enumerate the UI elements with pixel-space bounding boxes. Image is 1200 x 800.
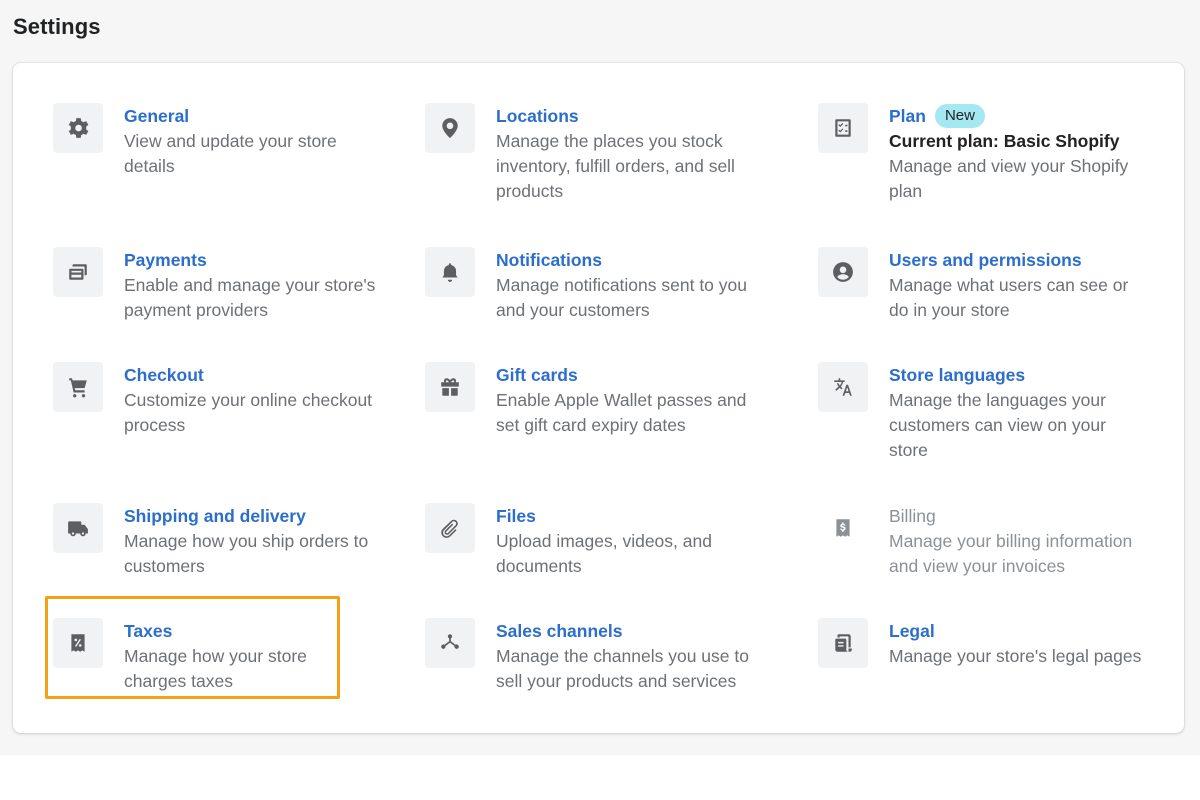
- current-plan-label: Current plan: Basic Shopify: [889, 131, 1120, 151]
- item-title: Gift cards: [496, 365, 578, 385]
- item-description: Manage your store's legal pages: [889, 646, 1142, 666]
- item-title: Billing: [889, 506, 936, 526]
- checklist-icon: [818, 103, 868, 153]
- user-circle-icon: [818, 247, 868, 297]
- item-description: Manage your billing information and view…: [889, 531, 1133, 576]
- item-title: Files: [496, 506, 536, 526]
- paperclip-icon: [425, 503, 475, 553]
- item-title: Taxes: [124, 621, 173, 641]
- item-description: Enable and manage your store's payment p…: [124, 275, 376, 320]
- item-description: Customize your online checkout process: [124, 390, 373, 435]
- page-title: Settings: [13, 14, 101, 39]
- settings-item-locations[interactable]: Locations Manage the places you stock in…: [425, 103, 775, 213]
- item-title: Legal: [889, 621, 935, 641]
- item-description: Manage the channels you use to sell your…: [496, 646, 749, 691]
- item-title: Sales channels: [496, 621, 623, 641]
- settings-item-taxes[interactable]: Taxes Manage how your store charges taxe…: [53, 618, 333, 698]
- settings-item-sales-channels[interactable]: Sales channels Manage the channels you u…: [425, 618, 775, 698]
- settings-item-gift-cards[interactable]: Gift cards Enable Apple Wallet passes an…: [425, 362, 775, 442]
- settings-item-general[interactable]: General View and update your store detai…: [53, 103, 393, 203]
- new-badge: New: [934, 104, 985, 128]
- dollar-receipt-icon: [818, 503, 868, 553]
- truck-icon: [53, 503, 103, 553]
- item-title: Checkout: [124, 365, 204, 385]
- legal-document-icon: [818, 618, 868, 668]
- item-description: Manage what users can see or do in your …: [889, 275, 1129, 320]
- item-title: Plan: [889, 106, 926, 126]
- item-description: Upload images, videos, and documents: [496, 531, 712, 576]
- bell-icon: [425, 247, 475, 297]
- location-pin-icon: [425, 103, 475, 153]
- settings-item-billing[interactable]: Billing Manage your billing information …: [818, 503, 1168, 583]
- item-title: Locations: [496, 106, 579, 126]
- item-title: Shipping and delivery: [124, 506, 306, 526]
- settings-item-legal[interactable]: Legal Manage your store's legal pages: [818, 618, 1168, 678]
- item-title: Payments: [124, 250, 207, 270]
- item-description: Manage the places you stock inventory, f…: [496, 131, 735, 201]
- item-title: Store languages: [889, 365, 1026, 385]
- item-title: Notifications: [496, 250, 602, 270]
- settings-item-users-and-permissions[interactable]: Users and permissions Manage what users …: [818, 247, 1168, 327]
- item-description: Manage and view your Shopify plan: [889, 156, 1129, 201]
- item-description: Manage the languages your customers can …: [889, 390, 1106, 460]
- item-description: Enable Apple Wallet passes and set gift …: [496, 390, 747, 435]
- item-description: Manage notifications sent to you and you…: [496, 275, 747, 320]
- settings-item-payments[interactable]: Payments Enable and manage your store's …: [53, 247, 393, 327]
- gear-icon: [53, 103, 103, 153]
- cart-icon: [53, 362, 103, 412]
- translate-icon: [818, 362, 868, 412]
- settings-page: Settings General View and update your st…: [0, 0, 1200, 755]
- settings-card: General View and update your store detai…: [13, 63, 1184, 733]
- settings-item-store-languages[interactable]: Store languages Manage the languages you…: [818, 362, 1168, 467]
- item-title: General: [124, 106, 190, 126]
- card-icon: [53, 247, 103, 297]
- settings-item-plan[interactable]: Plan New Current plan: Basic Shopify Man…: [818, 103, 1168, 213]
- settings-item-notifications[interactable]: Notifications Manage notifications sent …: [425, 247, 775, 327]
- settings-item-checkout[interactable]: Checkout Customize your online checkout …: [53, 362, 393, 442]
- settings-item-files[interactable]: Files Upload images, videos, and documen…: [425, 503, 775, 583]
- item-description: Manage how you ship orders to customers: [124, 531, 369, 576]
- gift-icon: [425, 362, 475, 412]
- tax-receipt-icon: [53, 618, 103, 668]
- channels-icon: [425, 618, 475, 668]
- settings-item-shipping-and-delivery[interactable]: Shipping and delivery Manage how you shi…: [53, 503, 393, 583]
- item-description: View and update your store details: [124, 131, 337, 176]
- item-title: Users and permissions: [889, 250, 1082, 270]
- item-description: Manage how your store charges taxes: [124, 646, 307, 691]
